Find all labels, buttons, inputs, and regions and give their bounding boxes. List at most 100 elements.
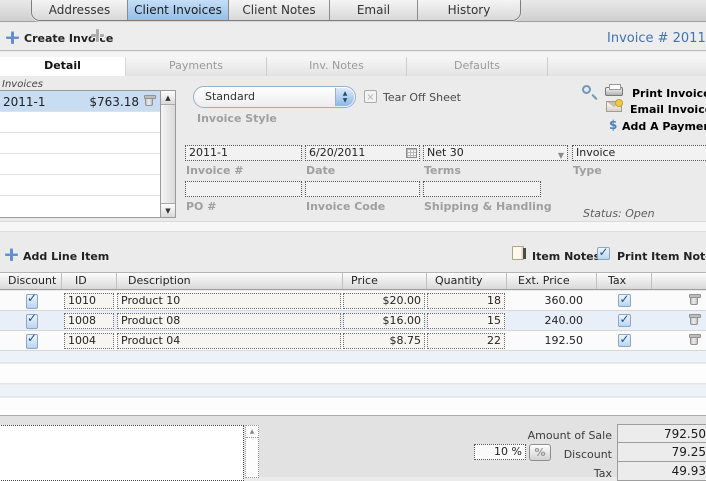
column-price[interactable]: Price xyxy=(343,273,427,289)
sub-tab-filler xyxy=(548,57,706,76)
quantity-input[interactable]: 18 xyxy=(427,292,505,309)
price-input[interactable]: $8.75 xyxy=(343,332,425,349)
discount-checkbox[interactable]: ✓ xyxy=(26,291,39,309)
dropdown-arrow-icon[interactable]: ▼ xyxy=(558,149,564,163)
type-field[interactable]: Invoice xyxy=(572,145,706,161)
print-item-notes-checkbox[interactable]: ✓ xyxy=(597,245,610,260)
print-item-notes-label: Print Item Notes xyxy=(617,250,706,263)
scroll-up-icon[interactable]: ▲ xyxy=(161,91,175,105)
column-id[interactable]: ID xyxy=(62,273,117,289)
description-input[interactable]: Product 10 xyxy=(117,292,341,309)
totals-panel: ▲ Amount of Sale Discount Tax 792.50 79.… xyxy=(0,415,706,481)
id-input[interactable]: 1004 xyxy=(64,332,114,349)
tear-off-sheet-checkbox[interactable]: × xyxy=(364,90,377,103)
scroll-down-icon[interactable]: ▼ xyxy=(161,203,175,217)
ext-price-cell: 240.00 xyxy=(544,314,584,327)
discount-cell: ✓ xyxy=(0,330,62,349)
tab-client-notes[interactable]: Client Notes xyxy=(229,0,330,20)
email-invoice-button[interactable]: Email Invoice xyxy=(630,103,706,116)
check-icon: ✓ xyxy=(27,310,38,325)
note-icon[interactable] xyxy=(512,246,526,260)
table-row[interactable]: ✓ 1010 Product 10 $20.00 18 360.00 ✓ xyxy=(0,291,706,311)
section-divider xyxy=(0,221,706,232)
invoices-list-scrollbar[interactable]: ▲ ▼ xyxy=(160,91,175,217)
item-notes-button[interactable]: Item Notes xyxy=(532,250,600,263)
terms-field[interactable]: Net 30 ▼ xyxy=(423,145,568,161)
shipping-handling-field[interactable] xyxy=(423,181,541,197)
list-item-empty xyxy=(0,112,175,133)
date-value: 6/20/2011 xyxy=(309,146,366,159)
add-line-item-button[interactable]: Add Line Item xyxy=(23,250,109,263)
quantity-cell: 18 xyxy=(427,292,507,309)
column-tax[interactable]: Tax xyxy=(597,273,652,289)
calendar-icon[interactable] xyxy=(406,148,417,158)
tab-inv-notes[interactable]: Inv. Notes xyxy=(267,57,407,76)
table-row[interactable]: ✓ 1008 Product 08 $16.00 15 240.00 ✓ xyxy=(0,311,706,331)
dollar-icon[interactable]: $ xyxy=(609,118,617,132)
price-input[interactable]: $16.00 xyxy=(343,312,425,329)
check-icon: ✓ xyxy=(619,312,630,326)
description-input[interactable]: Product 08 xyxy=(117,312,341,329)
trash-icon[interactable] xyxy=(689,294,701,305)
discount-percent-value: 10 % xyxy=(494,445,522,458)
tax-label: Tax xyxy=(593,467,612,480)
actions-cell xyxy=(652,334,706,345)
add-line-item-plus-icon[interactable] xyxy=(5,248,18,261)
tab-history[interactable]: History xyxy=(418,0,520,20)
tab-detail[interactable]: Detail xyxy=(0,57,126,76)
empty-row-stripe xyxy=(0,385,706,397)
id-cell: 1008 xyxy=(62,312,117,329)
printer-icon[interactable] xyxy=(605,84,623,96)
list-item-invoice[interactable]: 2011-1 $763.18 xyxy=(0,91,175,112)
create-invoice-plus-icon[interactable] xyxy=(6,31,19,44)
tax-checkbox[interactable]: ✓ xyxy=(618,332,631,347)
trash-icon[interactable] xyxy=(689,314,701,325)
tab-payments[interactable]: Payments xyxy=(126,57,267,76)
list-item-empty xyxy=(0,196,175,217)
notes-scrollbar[interactable]: ▲ xyxy=(245,425,259,478)
invoice-notes-textarea[interactable] xyxy=(0,425,244,481)
check-icon: ✓ xyxy=(27,330,38,345)
add-payment-button[interactable]: Add A Payment xyxy=(622,120,706,133)
invoices-list-title: Invoices xyxy=(2,79,43,90)
tab-email[interactable]: Email xyxy=(330,0,418,20)
ext-price-cell: 192.50 xyxy=(544,334,584,347)
po-number-field[interactable] xyxy=(185,181,302,197)
id-input[interactable]: 1010 xyxy=(64,292,114,309)
add-plus-icon[interactable] xyxy=(91,29,104,42)
date-field[interactable]: 6/20/2011 xyxy=(305,145,420,161)
tab-addresses[interactable]: Addresses xyxy=(32,0,128,20)
trash-icon[interactable] xyxy=(144,95,156,106)
quantity-input[interactable]: 15 xyxy=(427,312,505,329)
column-discount[interactable]: Discount xyxy=(0,273,62,289)
price-input[interactable]: $20.00 xyxy=(343,292,425,309)
discount-checkbox[interactable]: ✓ xyxy=(26,330,39,349)
column-ext-price[interactable]: Ext. Price xyxy=(507,273,597,289)
scroll-up-icon[interactable]: ▲ xyxy=(246,426,258,438)
id-input[interactable]: 1008 xyxy=(64,312,114,329)
tax-checkbox[interactable]: ✓ xyxy=(618,312,631,327)
quantity-input[interactable]: 22 xyxy=(427,332,505,349)
tax-checkbox[interactable]: ✓ xyxy=(618,292,631,307)
invoice-code-field[interactable] xyxy=(305,181,420,197)
invoice-number-field[interactable]: 2011-1 xyxy=(185,145,302,161)
column-description[interactable]: Description xyxy=(117,273,343,289)
percent-button[interactable]: % xyxy=(529,444,551,461)
terms-value: Net 30 xyxy=(427,146,464,159)
discount-cell: ✓ xyxy=(0,310,62,329)
description-input[interactable]: Product 04 xyxy=(117,332,341,349)
trash-icon[interactable] xyxy=(689,334,701,345)
actions-cell xyxy=(652,294,706,305)
stepper-icon[interactable]: ▲ ▼ xyxy=(335,88,354,106)
discount-percent-field[interactable]: 10 % xyxy=(474,444,526,460)
table-row[interactable]: ✓ 1004 Product 04 $8.75 22 192.50 ✓ xyxy=(0,331,706,351)
discount-checkbox[interactable]: ✓ xyxy=(26,310,39,329)
search-icon[interactable] xyxy=(582,85,591,94)
tab-defaults[interactable]: Defaults xyxy=(407,57,548,76)
quantity-cell: 22 xyxy=(427,332,507,349)
column-quantity[interactable]: Quantity xyxy=(427,273,507,289)
invoice-style-select[interactable]: Standard ▲ ▼ xyxy=(193,86,356,108)
mail-icon[interactable] xyxy=(606,99,623,112)
tab-client-invoices[interactable]: Client Invoices xyxy=(128,0,229,20)
print-invoice-button[interactable]: Print Invoice xyxy=(632,87,706,100)
